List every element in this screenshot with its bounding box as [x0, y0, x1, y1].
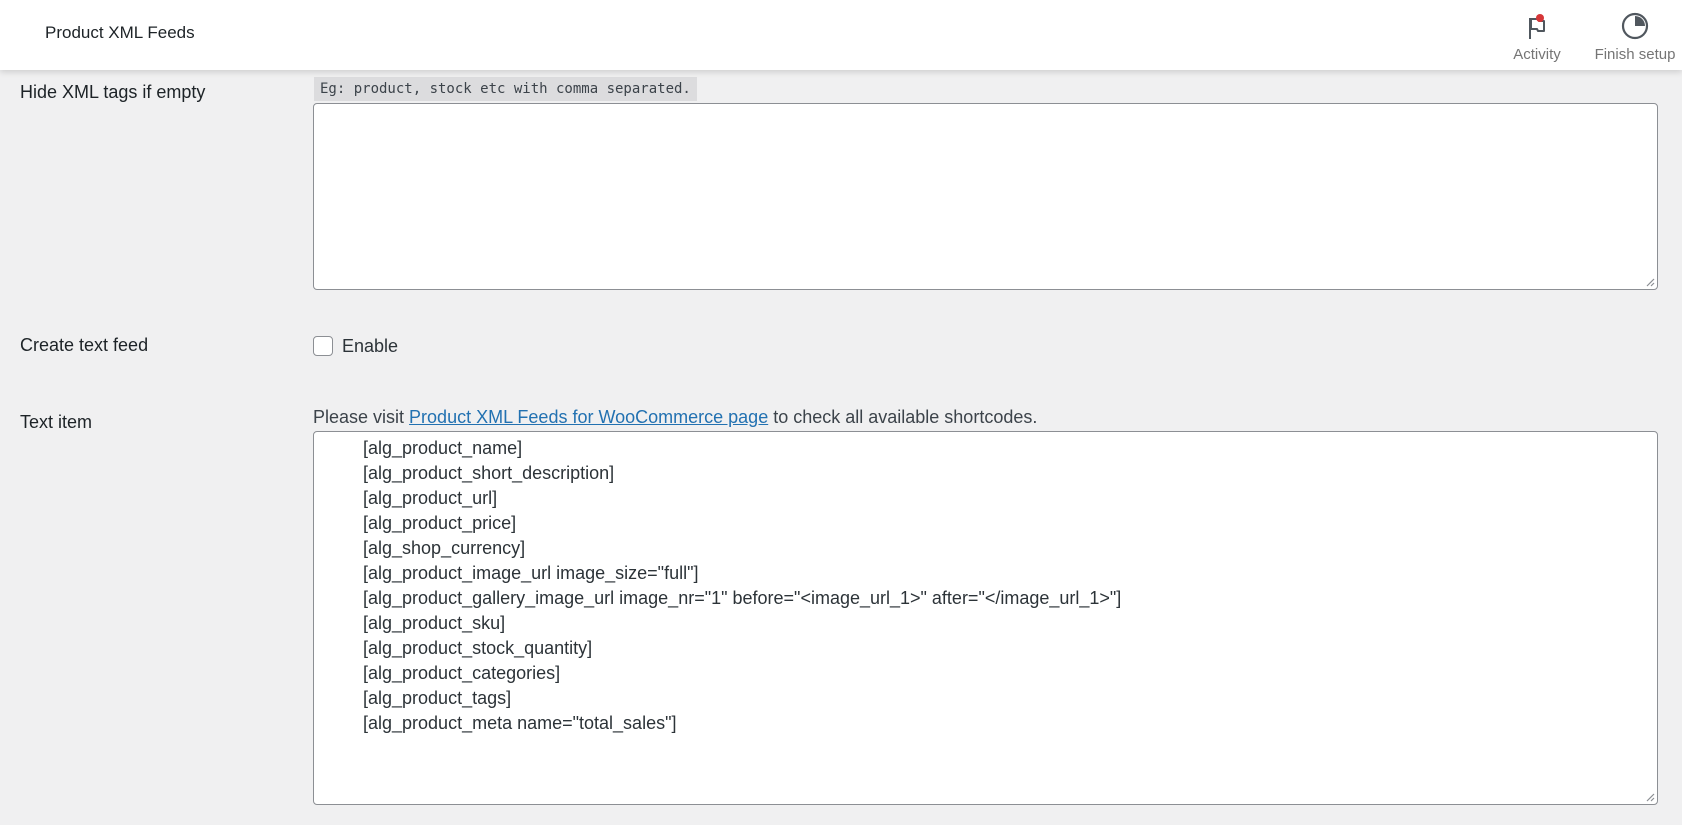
flag-icon: [1492, 6, 1582, 42]
resize-grip-icon[interactable]: [1645, 277, 1655, 287]
finish-setup-button[interactable]: Finish setup: [1590, 6, 1680, 63]
hide-tags-textarea[interactable]: [313, 103, 1658, 290]
text-item-line: [alg_product_tags]: [363, 688, 512, 708]
text-item-line: [alg_product_meta name="total_sales"]: [363, 713, 677, 733]
enable-checkbox-label[interactable]: Enable: [342, 336, 398, 357]
create-text-feed-label: Create text feed: [20, 335, 149, 355]
activity-button[interactable]: Activity: [1492, 6, 1582, 63]
text-item-line: [alg_product_gallery_image_url image_nr=…: [363, 588, 1122, 608]
enable-text-feed-checkbox[interactable]: [313, 336, 333, 356]
page-title: Product XML Feeds: [45, 23, 195, 42]
text-item-textarea[interactable]: [alg_product_name] [alg_product_short_de…: [313, 431, 1658, 805]
text-item-line: [alg_product_name]: [363, 438, 523, 458]
text-item-line: [alg_product_short_description]: [363, 463, 615, 483]
text-item-line: [alg_product_stock_quantity]: [363, 638, 593, 658]
finish-setup-label: Finish setup: [1594, 46, 1676, 63]
text-item-line: [alg_shop_currency]: [363, 538, 526, 558]
activity-label: Activity: [1513, 46, 1561, 63]
text-item-line: [alg_product_image_url image_size="full"…: [363, 563, 699, 583]
text-item-line: [alg_product_sku]: [363, 613, 506, 633]
text-item-line: [alg_product_url]: [363, 488, 498, 508]
hide-tags-hint: Eg: product, stock etc with comma separa…: [314, 77, 697, 101]
description-prefix: Please visit: [313, 407, 410, 427]
progress-circle-icon: [1590, 6, 1680, 42]
text-item-line: [alg_product_price]: [363, 513, 517, 533]
hide-tags-label: Hide XML tags if empty: [20, 82, 206, 102]
text-item-line: [alg_product_categories]: [363, 663, 561, 683]
text-item-lines: [alg_product_name] [alg_product_short_de…: [363, 436, 1121, 736]
description-suffix: to check all available shortcodes.: [768, 407, 1038, 427]
top-header-bar: Product XML Feeds Activity Finish setup: [0, 0, 1682, 70]
text-item-description: Please visit Product XML Feeds for WooCo…: [313, 407, 1037, 428]
shortcodes-page-link[interactable]: Product XML Feeds for WooCommerce page: [409, 407, 768, 427]
text-item-label: Text item: [20, 412, 93, 432]
resize-grip-icon[interactable]: [1645, 792, 1655, 802]
